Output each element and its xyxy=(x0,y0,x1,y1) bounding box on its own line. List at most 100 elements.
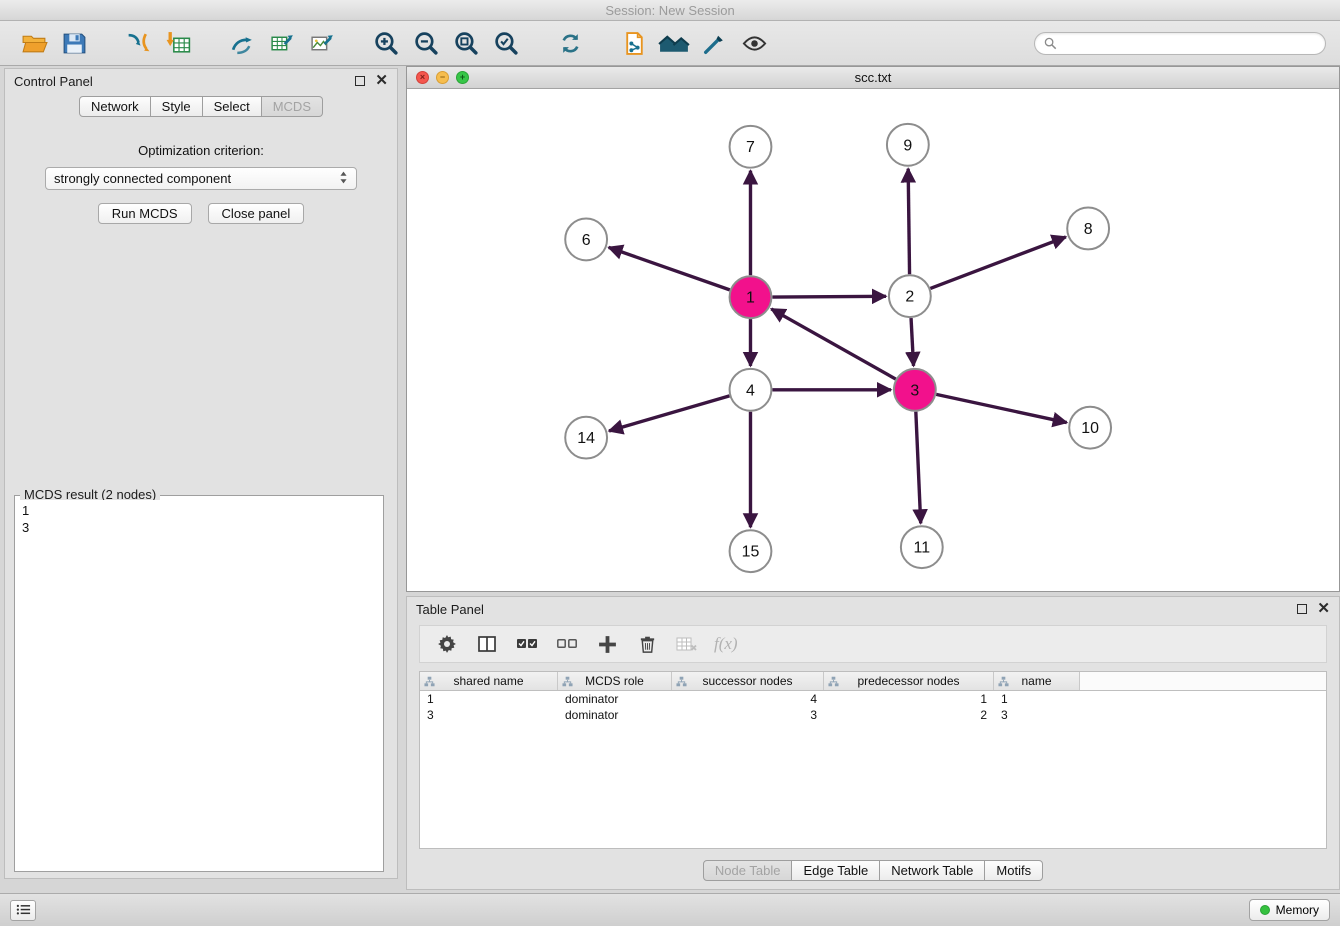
mcds-result-value: 1 xyxy=(22,502,376,519)
save-session-button[interactable] xyxy=(56,25,92,61)
memory-status-icon xyxy=(1260,905,1270,915)
document-share-icon xyxy=(621,30,648,57)
import-network-button[interactable] xyxy=(120,25,156,61)
brush-icon xyxy=(701,30,728,57)
tab-motifs[interactable]: Motifs xyxy=(985,860,1043,881)
graph-edge-2-9[interactable] xyxy=(908,169,909,275)
tab-mcds[interactable]: MCDS xyxy=(262,96,323,117)
plus-icon xyxy=(597,634,618,655)
table-cell: 3 xyxy=(672,707,824,723)
search-box[interactable] xyxy=(1034,32,1326,55)
deselect-all-button[interactable] xyxy=(552,629,582,659)
graph-edge-3-1[interactable] xyxy=(771,309,895,379)
table-panel: Table Panel ✕ xyxy=(406,596,1340,890)
minimize-window-icon[interactable]: − xyxy=(436,71,449,84)
maximize-window-icon[interactable]: + xyxy=(456,71,469,84)
table-settings-button[interactable] xyxy=(432,629,462,659)
add-column-button[interactable] xyxy=(592,629,622,659)
import-table-button[interactable] xyxy=(160,25,196,61)
apply-style-button[interactable] xyxy=(696,25,732,61)
memory-button[interactable]: Memory xyxy=(1249,899,1330,921)
show-hide-button[interactable] xyxy=(736,25,772,61)
graph-edge-1-2[interactable] xyxy=(772,296,886,297)
node-table-header-row: shared nameMCDS rolesuccessor nodesprede… xyxy=(420,672,1326,691)
close-window-icon[interactable]: × xyxy=(416,71,429,84)
graph-edge-3-10[interactable] xyxy=(936,394,1066,422)
column-header-shared-name[interactable]: shared name xyxy=(420,672,558,690)
main-toolbar xyxy=(0,21,1340,66)
table-toolbar: f(x) xyxy=(419,625,1327,663)
tab-style[interactable]: Style xyxy=(151,96,203,117)
column-header-name[interactable]: name xyxy=(994,672,1080,690)
criterion-dropdown[interactable]: strongly connected component xyxy=(45,167,357,190)
open-session-button[interactable] xyxy=(16,25,52,61)
function-builder-label[interactable]: f(x) xyxy=(714,634,738,654)
close-table-panel-icon[interactable]: ✕ xyxy=(1317,603,1330,615)
run-mcds-button[interactable]: Run MCDS xyxy=(98,203,192,224)
table-cell: 3 xyxy=(420,707,558,723)
float-panel-icon[interactable] xyxy=(355,76,365,86)
window-title: Session: New Session xyxy=(605,3,734,18)
float-table-panel-icon[interactable] xyxy=(1297,604,1307,614)
zoom-fit-button[interactable] xyxy=(448,25,484,61)
tab-node-table[interactable]: Node Table xyxy=(703,860,793,881)
control-panel-header: Control Panel ✕ xyxy=(5,69,397,93)
delete-table-button[interactable] xyxy=(672,629,702,659)
export-table-button[interactable] xyxy=(264,25,300,61)
export-network-button[interactable] xyxy=(224,25,260,61)
search-input[interactable] xyxy=(1062,36,1316,51)
graph-edge-1-6[interactable] xyxy=(609,247,730,290)
graph-edge-4-14[interactable] xyxy=(609,396,729,431)
graph-node-label: 15 xyxy=(742,544,760,561)
attribute-icon xyxy=(562,676,573,687)
column-header-successor-nodes[interactable]: successor nodes xyxy=(672,672,824,690)
mcds-result-list[interactable]: 1 3 xyxy=(17,500,381,869)
attribute-icon xyxy=(424,676,435,687)
show-columns-button[interactable] xyxy=(472,629,502,659)
graph-edge-3-11[interactable] xyxy=(916,412,921,524)
close-panel-button[interactable]: Close panel xyxy=(208,203,305,224)
graph-node-label: 7 xyxy=(746,139,755,156)
tab-network-table[interactable]: Network Table xyxy=(880,860,985,881)
select-all-icon xyxy=(516,637,538,651)
tab-network[interactable]: Network xyxy=(79,96,151,117)
close-panel-icon[interactable]: ✕ xyxy=(375,75,388,87)
refresh-button[interactable] xyxy=(552,25,588,61)
mcds-result-value: 3 xyxy=(22,519,376,536)
node-table[interactable]: shared nameMCDS rolesuccessor nodesprede… xyxy=(419,671,1327,849)
network-canvas[interactable]: 7968124314101511 xyxy=(407,89,1339,591)
table-panel-tabs: Node Table Edge Table Network Table Moti… xyxy=(407,860,1339,881)
network-document-button[interactable] xyxy=(616,25,652,61)
trash-icon xyxy=(638,635,657,654)
network-graph[interactable]: 7968124314101511 xyxy=(407,89,1339,591)
export-image-button[interactable] xyxy=(304,25,340,61)
column-header-predecessor-nodes[interactable]: predecessor nodes xyxy=(824,672,994,690)
zoom-selected-icon xyxy=(493,30,520,57)
window-titlebar: Session: New Session xyxy=(0,0,1340,21)
zoom-out-button[interactable] xyxy=(408,25,444,61)
zoom-in-button[interactable] xyxy=(368,25,404,61)
column-header-MCDS-role[interactable]: MCDS role xyxy=(558,672,672,690)
attribute-icon xyxy=(998,676,1009,687)
houses-icon xyxy=(658,30,691,57)
table-row[interactable]: 3dominator323 xyxy=(420,707,1326,723)
task-history-button[interactable] xyxy=(10,900,36,921)
first-neighbors-button[interactable] xyxy=(656,25,692,61)
zoom-selected-button[interactable] xyxy=(488,25,524,61)
zoom-fit-icon xyxy=(453,30,480,57)
graph-node-label: 1 xyxy=(746,290,755,307)
table-cell: 2 xyxy=(824,707,994,723)
control-panel-title: Control Panel xyxy=(14,74,93,89)
graph-edge-2-3[interactable] xyxy=(911,318,913,366)
gear-icon xyxy=(437,634,457,654)
graph-node-label: 3 xyxy=(910,382,919,399)
tab-select[interactable]: Select xyxy=(203,96,262,117)
save-icon xyxy=(61,30,88,57)
delete-column-button[interactable] xyxy=(632,629,662,659)
graph-edge-2-8[interactable] xyxy=(930,237,1065,288)
network-window-titlebar[interactable]: × − + scc.txt xyxy=(407,67,1339,89)
tab-edge-table[interactable]: Edge Table xyxy=(792,860,880,881)
memory-button-label: Memory xyxy=(1276,903,1319,917)
table-row[interactable]: 1dominator411 xyxy=(420,691,1326,707)
select-all-button[interactable] xyxy=(512,629,542,659)
